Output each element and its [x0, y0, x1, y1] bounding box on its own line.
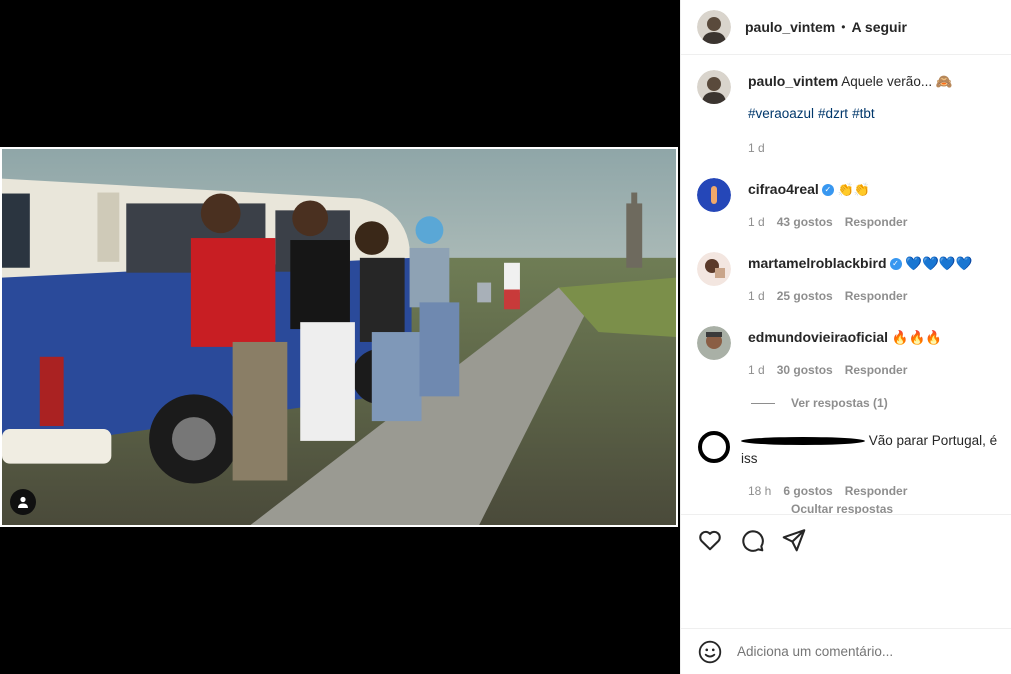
comment-likes[interactable]: 43 gostos: [777, 213, 833, 231]
post-photo[interactable]: [0, 147, 678, 527]
heart-icon[interactable]: [697, 527, 723, 553]
post-header: paulo_vintem • A seguir: [681, 0, 1011, 55]
caption-avatar[interactable]: [697, 70, 731, 104]
post-sidebar: paulo_vintem • A seguir paulo_vintem Aqu…: [680, 0, 1011, 674]
comment-username[interactable]: cifrao4real: [748, 181, 819, 197]
verified-badge-icon: ✓: [821, 184, 834, 197]
redacted-avatar[interactable]: [697, 430, 731, 464]
following-button[interactable]: A seguir: [851, 19, 907, 35]
comment-text: 🔥🔥🔥: [891, 330, 943, 345]
reply-timestamp[interactable]: 18 h: [748, 482, 771, 500]
comment-icon[interactable]: [739, 527, 765, 553]
comment-avatar[interactable]: [697, 326, 731, 360]
hashtag-link[interactable]: #tbt: [852, 106, 875, 121]
caption-timestamp[interactable]: 1 d: [748, 139, 765, 157]
comment-username[interactable]: edmundovieiraoficial: [748, 329, 888, 345]
redacted-username: [741, 437, 865, 446]
reply-button[interactable]: Responder: [845, 482, 908, 500]
photo-illustration: [2, 149, 676, 525]
reply-button[interactable]: Responder: [845, 287, 908, 305]
add-comment-bar: [681, 628, 1011, 674]
caption-text: Aquele verão... 🙈: [841, 74, 953, 89]
divider-line: [751, 402, 775, 404]
verified-badge-icon: ✓: [889, 258, 902, 271]
emoji-icon[interactable]: [697, 639, 723, 665]
reply-likes[interactable]: 6 gostos: [783, 482, 832, 500]
view-replies-button[interactable]: Ver respostas (1): [751, 396, 888, 410]
reply-button[interactable]: Responder: [845, 361, 908, 379]
comment-timestamp[interactable]: 1 d: [748, 213, 765, 231]
hide-replies-button[interactable]: Ocultar respostas: [791, 502, 893, 514]
separator-dot: •: [841, 20, 846, 34]
comment-timestamp[interactable]: 1 d: [748, 361, 765, 379]
post-actions-bar: [681, 514, 1011, 564]
tagged-people-button[interactable]: [10, 489, 36, 515]
comment-likes[interactable]: 30 gostos: [777, 361, 833, 379]
caption-hashtags: #veraoazul #dzrt #tbt: [748, 105, 1003, 123]
post-media-area: [0, 0, 680, 674]
person-tag-icon: [18, 496, 28, 508]
view-replies-label: Ver respostas (1): [791, 396, 888, 410]
comment-timestamp[interactable]: 1 d: [748, 287, 765, 305]
comment-text: 💙💙💙💙: [905, 256, 973, 271]
comment-input[interactable]: [737, 644, 997, 659]
author-username[interactable]: paulo_vintem: [745, 19, 835, 35]
comment-username[interactable]: martamelroblackbird: [748, 255, 887, 271]
comments-list[interactable]: paulo_vintem Aquele verão... 🙈 #veraoazu…: [681, 56, 1011, 514]
hashtag-link[interactable]: #veraoazul: [748, 106, 814, 121]
hashtag-link[interactable]: #dzrt: [818, 106, 848, 121]
comment-text: 👏👏: [837, 182, 870, 197]
caption-username[interactable]: paulo_vintem: [748, 73, 838, 89]
reply-button[interactable]: Responder: [845, 213, 908, 231]
comment-avatar[interactable]: [697, 252, 731, 286]
author-avatar[interactable]: [697, 10, 731, 44]
comment-likes[interactable]: 25 gostos: [777, 287, 833, 305]
send-icon[interactable]: [781, 527, 807, 553]
comment-avatar[interactable]: [697, 178, 731, 212]
